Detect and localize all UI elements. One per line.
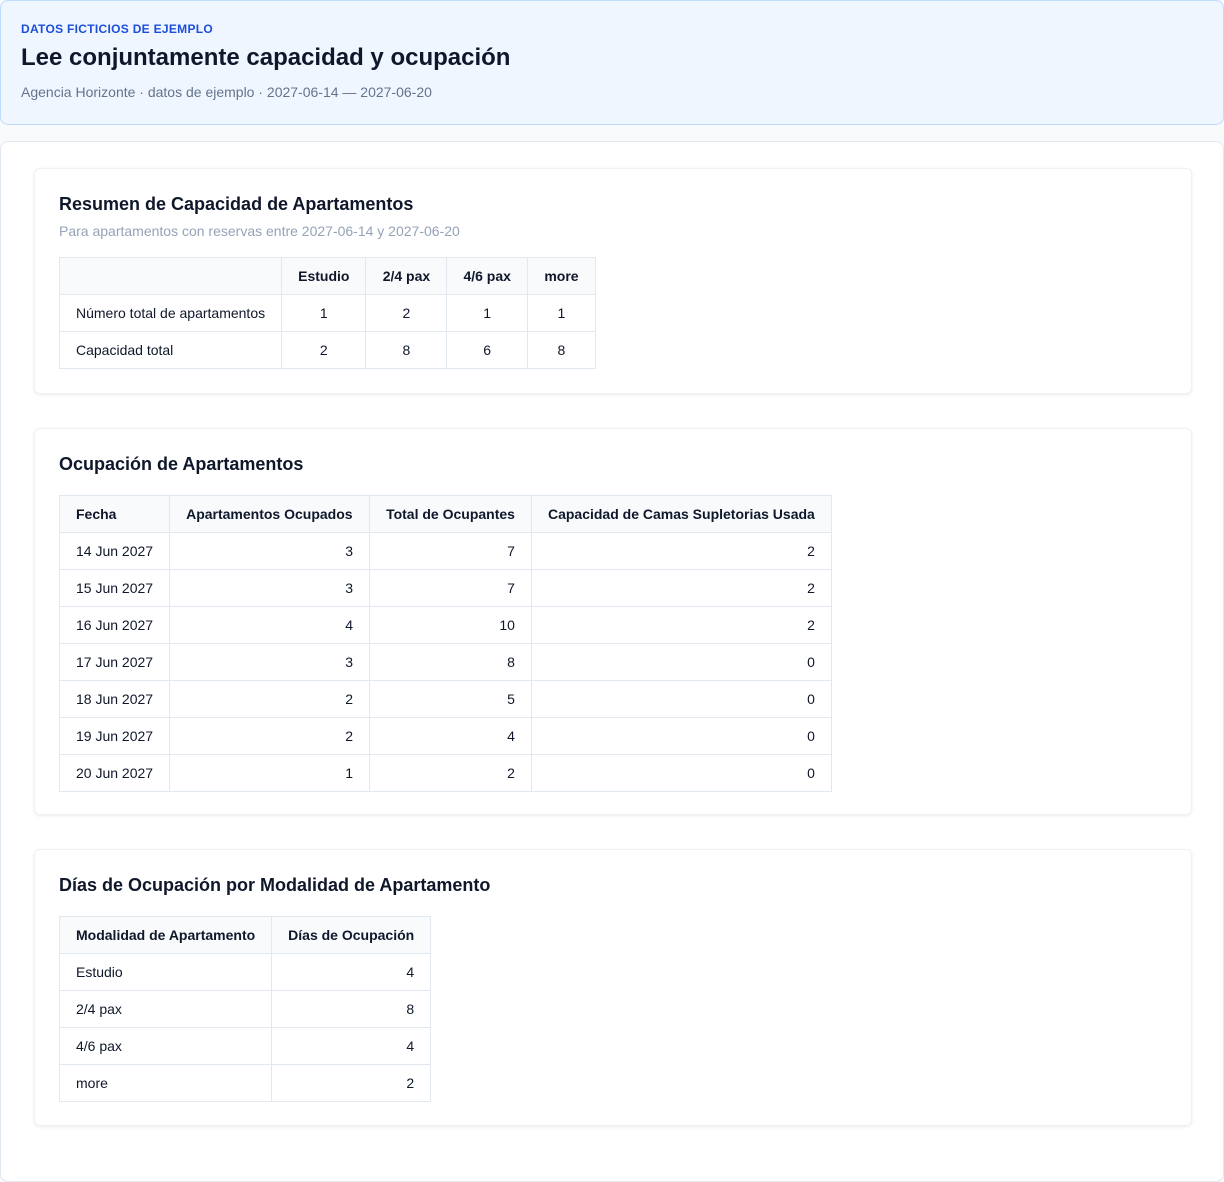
table-row: 16 Jun 2027 4 10 2 bbox=[58, 606, 832, 644]
table-row: Capacidad total 2 8 6 8 bbox=[58, 331, 596, 369]
table-cell: 2 bbox=[281, 331, 367, 369]
occupancy-days-title: Días de Ocupación por Modalidad de Apart… bbox=[59, 875, 491, 895]
capacity-table: Estudio 2/4 pax 4/6 pax more Número tota… bbox=[58, 257, 596, 369]
column-header: Capacidad de Camas Supletorias Usada bbox=[530, 495, 832, 533]
table-cell: 3 bbox=[169, 532, 371, 570]
occupancy-title: Ocupación de Apartamentos bbox=[59, 454, 304, 474]
table-cell: 2 bbox=[369, 754, 532, 792]
column-header bbox=[58, 257, 283, 295]
table-cell: 8 bbox=[271, 990, 432, 1028]
table-cell: 3 bbox=[169, 643, 371, 681]
table-cell: 2 bbox=[530, 569, 832, 607]
table-row: 20 Jun 2027 1 2 0 bbox=[58, 754, 832, 792]
page-subtitle: Agencia Horizonte · datos de ejemplo · 2… bbox=[21, 84, 432, 100]
row-label: Estudio bbox=[58, 953, 273, 991]
page-title: Lee conjuntamente capacidad y ocupación bbox=[21, 44, 511, 71]
table-cell: 2 bbox=[530, 532, 832, 570]
table-cell: 2 bbox=[169, 717, 371, 755]
table-header-row: Modalidad de Apartamento Días de Ocupaci… bbox=[58, 916, 432, 954]
table-cell: 1 bbox=[526, 294, 596, 332]
column-header: Estudio bbox=[281, 257, 367, 295]
table-row: 4/6 pax 4 bbox=[58, 1027, 432, 1065]
occupancy-days-table: Modalidad de Apartamento Días de Ocupaci… bbox=[58, 916, 432, 1102]
column-header: 2/4 pax bbox=[365, 257, 448, 295]
table-cell: 6 bbox=[446, 331, 528, 369]
report-body: Resumen de Capacidad de Apartamentos Par… bbox=[0, 141, 1224, 1182]
table-cell: 8 bbox=[365, 331, 448, 369]
table-cell: 8 bbox=[369, 643, 532, 681]
table-row: more 2 bbox=[58, 1064, 432, 1102]
date-cell: 16 Jun 2027 bbox=[58, 606, 171, 644]
table-cell: 4 bbox=[169, 606, 371, 644]
capacity-summary-note: Para apartamentos con reservas entre 202… bbox=[59, 223, 460, 239]
occupancy-table: Fecha Apartamentos Ocupados Total de Ocu… bbox=[58, 495, 832, 792]
table-cell: 10 bbox=[369, 606, 532, 644]
row-label: 2/4 pax bbox=[58, 990, 273, 1028]
row-label: 4/6 pax bbox=[58, 1027, 273, 1065]
table-cell: 2 bbox=[365, 294, 448, 332]
table-row: 15 Jun 2027 3 7 2 bbox=[58, 569, 832, 607]
date-cell: 20 Jun 2027 bbox=[58, 754, 171, 792]
table-cell: 0 bbox=[530, 717, 832, 755]
table-cell: 1 bbox=[446, 294, 528, 332]
table-cell: 8 bbox=[526, 331, 596, 369]
table-cell: 1 bbox=[169, 754, 371, 792]
column-header: more bbox=[526, 257, 596, 295]
eyebrow-label: DATOS FICTICIOS DE EJEMPLO bbox=[21, 22, 214, 36]
table-cell: 0 bbox=[530, 643, 832, 681]
table-cell: 1 bbox=[281, 294, 367, 332]
row-label: Capacidad total bbox=[58, 331, 283, 369]
row-label: more bbox=[58, 1064, 273, 1102]
table-cell: 4 bbox=[271, 953, 432, 991]
occupancy-days-card: Días de Ocupación por Modalidad de Apart… bbox=[34, 849, 1192, 1126]
table-row: Número total de apartamentos 1 2 1 1 bbox=[58, 294, 596, 332]
table-row: 19 Jun 2027 2 4 0 bbox=[58, 717, 832, 755]
occupancy-card: Ocupación de Apartamentos Fecha Apartame… bbox=[34, 428, 1192, 815]
table-cell: 2 bbox=[530, 606, 832, 644]
table-cell: 0 bbox=[530, 680, 832, 718]
column-header: Modalidad de Apartamento bbox=[58, 916, 273, 954]
capacity-summary-title: Resumen de Capacidad de Apartamentos bbox=[59, 194, 414, 214]
table-header-row: Fecha Apartamentos Ocupados Total de Ocu… bbox=[58, 495, 832, 533]
table-cell: 0 bbox=[530, 754, 832, 792]
table-cell: 2 bbox=[169, 680, 371, 718]
date-cell: 19 Jun 2027 bbox=[58, 717, 171, 755]
table-row: 2/4 pax 8 bbox=[58, 990, 432, 1028]
table-cell: 4 bbox=[369, 717, 532, 755]
table-row: 18 Jun 2027 2 5 0 bbox=[58, 680, 832, 718]
table-row: 17 Jun 2027 3 8 0 bbox=[58, 643, 832, 681]
column-header: Total de Ocupantes bbox=[369, 495, 532, 533]
column-header: Días de Ocupación bbox=[271, 916, 432, 954]
date-cell: 18 Jun 2027 bbox=[58, 680, 171, 718]
table-cell: 5 bbox=[369, 680, 532, 718]
date-cell: 17 Jun 2027 bbox=[58, 643, 171, 681]
table-header-row: Estudio 2/4 pax 4/6 pax more bbox=[58, 257, 596, 295]
capacity-summary-card: Resumen de Capacidad de Apartamentos Par… bbox=[34, 168, 1192, 394]
column-header: Fecha bbox=[58, 495, 171, 533]
report-header: DATOS FICTICIOS DE EJEMPLO Lee conjuntam… bbox=[0, 0, 1224, 125]
table-row: Estudio 4 bbox=[58, 953, 432, 991]
column-header: 4/6 pax bbox=[446, 257, 528, 295]
table-row: 14 Jun 2027 3 7 2 bbox=[58, 532, 832, 570]
row-label: Número total de apartamentos bbox=[58, 294, 283, 332]
table-cell: 3 bbox=[169, 569, 371, 607]
table-cell: 7 bbox=[369, 532, 532, 570]
table-cell: 2 bbox=[271, 1064, 432, 1102]
table-cell: 7 bbox=[369, 569, 532, 607]
column-header: Apartamentos Ocupados bbox=[169, 495, 371, 533]
table-cell: 4 bbox=[271, 1027, 432, 1065]
date-cell: 15 Jun 2027 bbox=[58, 569, 171, 607]
date-cell: 14 Jun 2027 bbox=[58, 532, 171, 570]
